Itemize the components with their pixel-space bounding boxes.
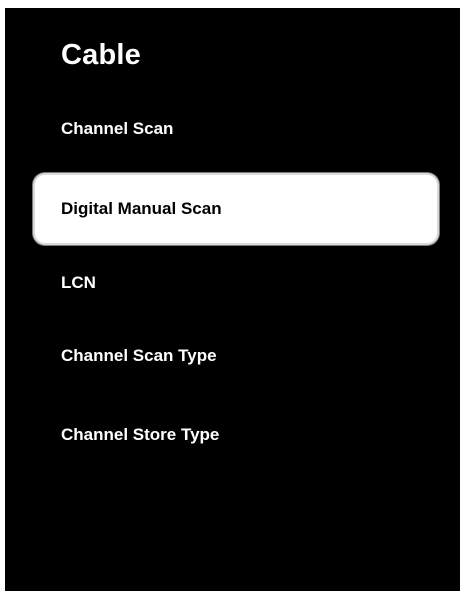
menu-item-lcn[interactable]: LCN	[61, 272, 96, 294]
menu-item-label: Digital Manual Scan	[61, 199, 222, 218]
page-title: Cable	[61, 39, 141, 71]
menu-item-digital-manual-scan[interactable]: Digital Manual Scan	[33, 173, 439, 245]
tv-menu-screen: Cable Channel Scan Digital Manual Scan L…	[5, 8, 460, 591]
menu-item-channel-store-type[interactable]: Channel Store Type	[61, 424, 219, 446]
menu-item-channel-scan[interactable]: Channel Scan	[61, 118, 173, 140]
menu-item-channel-scan-type[interactable]: Channel Scan Type	[61, 345, 217, 367]
